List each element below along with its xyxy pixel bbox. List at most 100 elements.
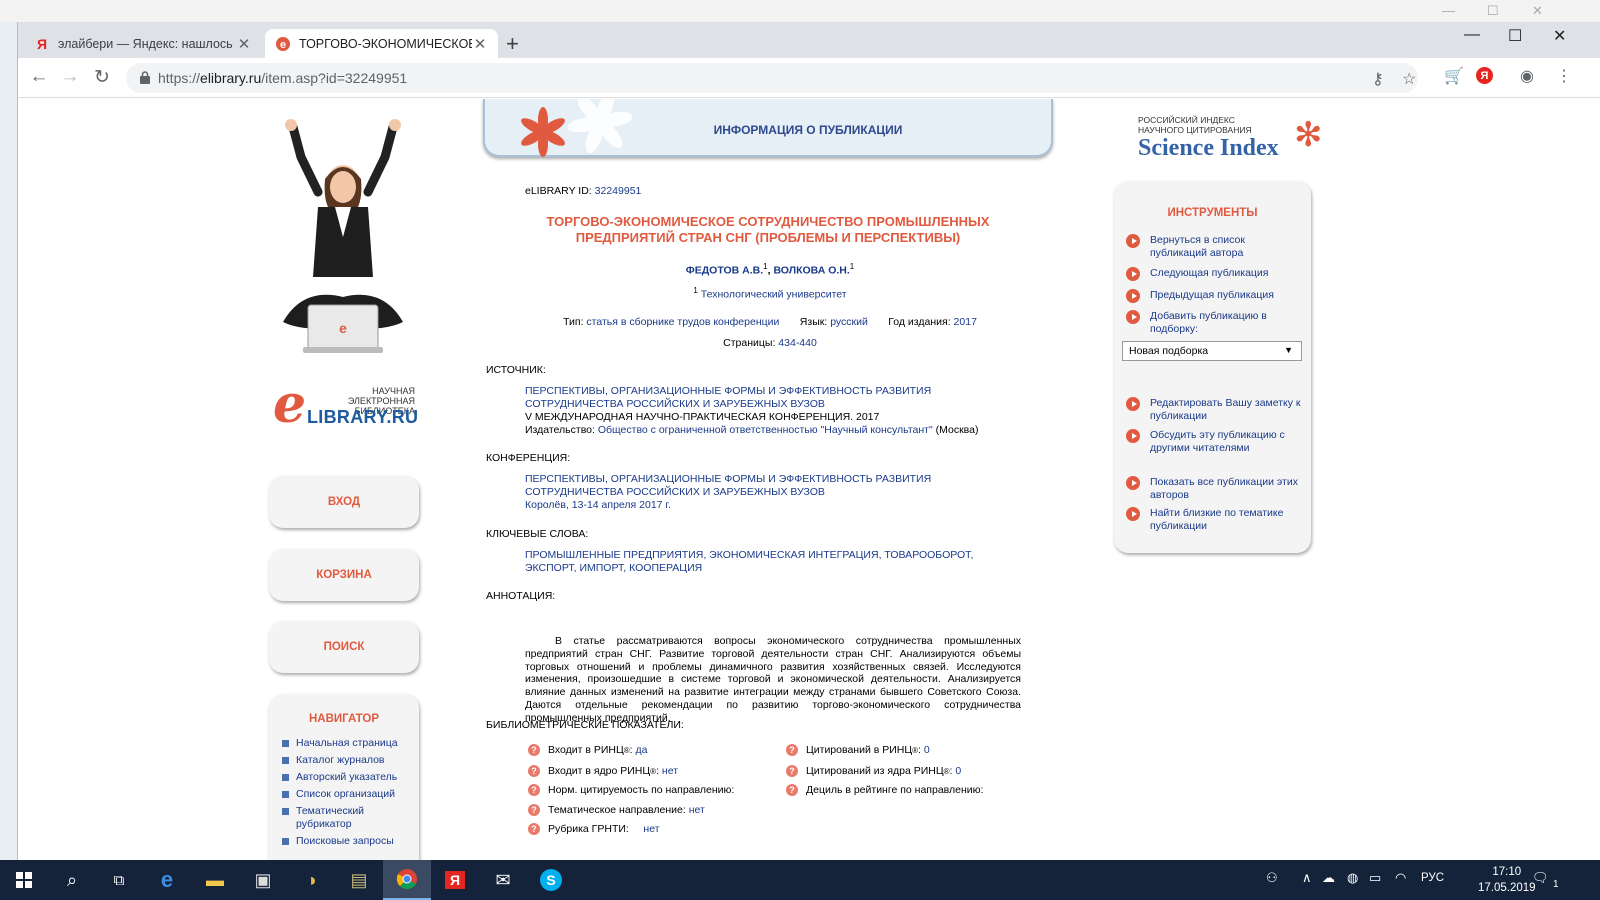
keyword-link[interactable]: КООПЕРАЦИЯ: [629, 562, 702, 574]
keywords-label: КЛЮЧЕВЫЕ СЛОВА:: [486, 528, 589, 540]
bg-close-icon: ✕: [1532, 3, 1543, 18]
asterisk-icon: ✻: [1294, 116, 1323, 154]
address-bar[interactable]: https://elibrary.ru/item.asp?id=32249951…: [126, 63, 1418, 93]
source-body: ПЕРСПЕКТИВЫ, ОРГАНИЗАЦИОННЫЕ ФОРМЫ И ЭФФ…: [525, 385, 1025, 437]
close-tab-icon[interactable]: ✕: [236, 35, 252, 53]
bullet-icon: [282, 791, 289, 798]
keyword-link[interactable]: ИМПОРТ: [579, 562, 623, 574]
store-icon[interactable]: ▣: [239, 860, 287, 900]
yandex-browser-icon[interactable]: Я: [431, 860, 479, 900]
bullet-icon: [282, 757, 289, 764]
tool-back-to-list[interactable]: Вернуться в список публикаций автора: [1126, 234, 1304, 259]
chrome-icon[interactable]: [383, 860, 431, 900]
svg-text:e: e: [339, 320, 347, 336]
start-icon[interactable]: [0, 860, 48, 900]
help-icon[interactable]: ?: [786, 765, 798, 777]
yandex-extension-icon[interactable]: Я: [1476, 67, 1493, 84]
elibrary-logo[interactable]: e НАУЧНАЯ ЭЛЕКТРОННАЯ БИБЛИОТЕКА LIBRARY…: [273, 379, 433, 432]
minimize-icon[interactable]: —: [1464, 26, 1480, 44]
reload-icon[interactable]: ↻: [90, 66, 114, 89]
nav-item[interactable]: Список организаций: [282, 788, 419, 801]
tools-title: ИНСТРУМЕНТЫ: [1167, 207, 1258, 219]
key-icon[interactable]: ⚷: [1372, 69, 1384, 89]
tool-prev-publication[interactable]: Предыдущая публикация: [1126, 289, 1304, 303]
cart-button[interactable]: КОРЗИНА: [269, 549, 419, 601]
publisher-link[interactable]: Общество с ограниченной ответственностью…: [598, 424, 933, 436]
edge-icon[interactable]: e: [143, 860, 191, 900]
nav-item[interactable]: Тематический рубрикатор: [282, 805, 419, 831]
help-icon[interactable]: ?: [528, 765, 540, 777]
cart-extension-icon[interactable]: 🛒: [1444, 66, 1464, 86]
language-indicator[interactable]: РУС: [1421, 872, 1444, 884]
help-icon[interactable]: ?: [528, 744, 540, 756]
close-window-icon[interactable]: ✕: [1553, 26, 1566, 46]
menu-icon[interactable]: ⋮: [1556, 66, 1572, 86]
metric-row: ? Рубрика ГРНТИ: нет: [528, 823, 660, 835]
tab-title: ТОРГОВО-ЭКОНОМИЧЕСКОЕ С: [299, 36, 472, 51]
source-conference: V МЕЖДУНАРОДНАЯ НАУЧНО-ПРАКТИЧЕСКАЯ КОНФ…: [525, 411, 880, 423]
profile-icon[interactable]: ◉: [1520, 66, 1534, 86]
affiliation: 1 Технологический университет: [693, 286, 847, 301]
wifi-icon[interactable]: ◠: [1395, 870, 1406, 886]
chevron-up-icon[interactable]: ∧: [1302, 870, 1312, 886]
nav-item[interactable]: Поисковые запросы: [282, 835, 419, 848]
keyword-link[interactable]: ЭКОНОМИЧЕСКАЯ ИНТЕГРАЦИЯ: [709, 549, 878, 561]
keyword-link[interactable]: ПРОМЫШЛЕННЫЕ ПРЕДПРИЯТИЯ: [525, 549, 703, 561]
people-icon[interactable]: ⚇: [1266, 870, 1278, 886]
tool-edit-note[interactable]: Редактировать Вашу заметку к публикации: [1126, 397, 1304, 422]
author-link[interactable]: ВОЛКОВА О.Н.: [773, 265, 849, 277]
collection-select[interactable]: Новая подборка ▼: [1122, 341, 1302, 361]
tab-title: элайбери — Яндекс: нашлось 4: [58, 36, 236, 51]
keyword-link[interactable]: ТОВАРООБОРОТ: [884, 549, 970, 561]
forward-icon[interactable]: →: [58, 66, 82, 88]
science-index-logo[interactable]: РОССИЙСКИЙ ИНДЕКС НАУЧНОГО ЦИТИРОВАНИЯ S…: [1138, 115, 1323, 165]
tab-elibrary[interactable]: e ТОРГОВО-ЭКОНОМИЧЕСКОЕ С ✕: [265, 29, 498, 58]
maximize-icon[interactable]: ☐: [1508, 26, 1522, 46]
archive-icon[interactable]: ▤: [335, 860, 383, 900]
notifications-icon[interactable]: 🗨: [1532, 870, 1549, 886]
nav-item[interactable]: Каталог журналов: [282, 754, 419, 767]
metric-row: ? Тематическое направление: нет: [528, 804, 705, 816]
author-link[interactable]: ФЕДОТОВ А.В.: [686, 265, 763, 277]
search-button[interactable]: ПОИСК: [269, 621, 419, 673]
help-icon[interactable]: ?: [786, 784, 798, 796]
arrow-right-icon: [1126, 289, 1140, 303]
metric-row: ? Входит в ядро РИНЦ ®: нет: [528, 765, 678, 777]
elibrary-icon: e: [275, 36, 291, 52]
help-icon[interactable]: ?: [528, 823, 540, 835]
close-tab-icon[interactable]: ✕: [472, 35, 488, 53]
keyword-link[interactable]: ЭКСПОРТ: [525, 562, 574, 574]
metric-row: ? Цитирований в РИНЦ ®: 0: [786, 744, 930, 756]
affiliation-link[interactable]: Технологический университет: [701, 289, 847, 301]
tool-next-publication[interactable]: Следующая публикация: [1126, 267, 1304, 281]
help-icon[interactable]: ?: [786, 744, 798, 756]
battery-icon[interactable]: ▭: [1369, 870, 1381, 886]
tool-add-to-collection[interactable]: Добавить публикацию в подборку:: [1126, 310, 1304, 335]
tool-find-similar[interactable]: Найти близкие по тематике публикации: [1126, 507, 1304, 532]
metric-row: ? Цитирований из ядра РИНЦ ®: 0: [786, 765, 961, 777]
tab-yandex[interactable]: Я элайбери — Яндекс: нашлось 4 ✕: [24, 29, 262, 58]
login-button[interactable]: ВХОД: [269, 476, 419, 528]
star-icon[interactable]: ☆: [1402, 69, 1416, 89]
mail-icon[interactable]: ✉: [479, 860, 527, 900]
skype-icon[interactable]: S: [527, 860, 575, 900]
clock[interactable]: 17:10 17.05.2019: [1478, 864, 1536, 896]
onedrive-icon[interactable]: ☁: [1322, 870, 1335, 886]
help-icon[interactable]: ?: [528, 804, 540, 816]
file-explorer-icon[interactable]: ▬: [191, 860, 239, 900]
new-tab-icon[interactable]: +: [506, 31, 519, 57]
conference-link[interactable]: ПЕРСПЕКТИВЫ, ОРГАНИЗАЦИОННЫЕ ФОРМЫ И ЭФФ…: [525, 473, 1025, 499]
browser-toolbar: ← → ↻ https://elibrary.ru/item.asp?id=32…: [18, 58, 1600, 98]
tab-bar: Я элайбери — Яндекс: нашлось 4 ✕ e ТОРГО…: [18, 22, 1600, 58]
help-icon[interactable]: ?: [528, 784, 540, 796]
search-icon[interactable]: ⌕: [48, 860, 96, 900]
source-link[interactable]: ПЕРСПЕКТИВЫ, ОРГАНИЗАЦИОННЫЕ ФОРМЫ И ЭФФ…: [525, 385, 1025, 411]
tool-discuss[interactable]: Обсудить эту публикацию с другими читате…: [1126, 429, 1304, 454]
nav-item[interactable]: Начальная страница: [282, 737, 419, 750]
app-icon[interactable]: ◑: [287, 860, 335, 900]
back-icon[interactable]: ←: [27, 66, 51, 88]
nav-item[interactable]: Авторский указатель: [282, 771, 419, 784]
tool-all-author-publications[interactable]: Показать все публикации этих авторов: [1126, 476, 1304, 501]
antivirus-icon[interactable]: ◍: [1347, 870, 1358, 886]
task-view-icon[interactable]: ⧉: [95, 860, 143, 900]
